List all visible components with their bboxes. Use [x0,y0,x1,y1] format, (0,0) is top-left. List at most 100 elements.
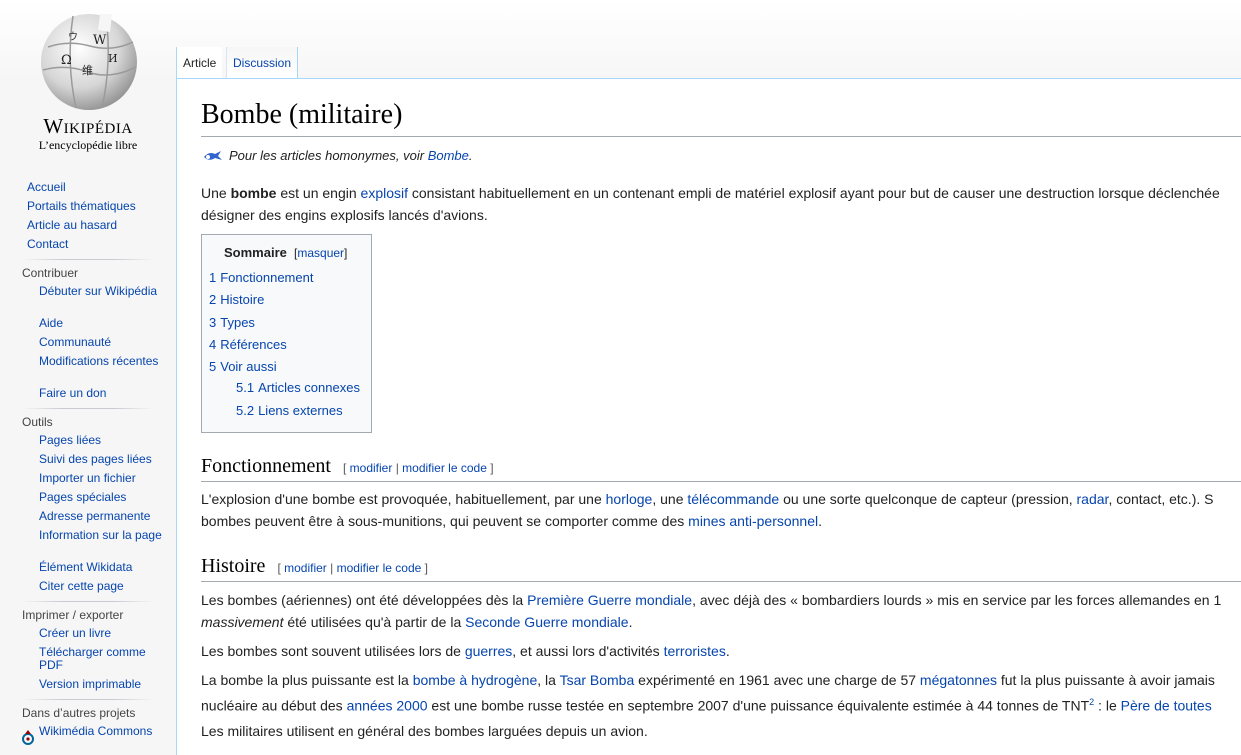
text: bombes peuvent être à sous-munitions, qu… [201,513,689,529]
toc-label: Articles connexes [258,380,360,395]
toc-hide-link[interactable]: masquer [297,246,344,260]
sidebar-item-importer-fichier[interactable]: Importer un fichier [39,472,164,485]
hatnote-link-bombe[interactable]: Bombe [428,148,469,163]
sidebar-item-debuter[interactable]: Débuter sur Wikipédia [39,285,164,298]
link-annees-2000[interactable]: années 2000 [347,698,428,714]
tab-discussion[interactable]: Discussion [226,47,299,78]
toc-entry-liens-externes[interactable]: 5.2 Liens externes [236,403,343,418]
toc-entry-references[interactable]: 4 Références [209,337,287,352]
link-terroristes[interactable]: terroristes [664,643,726,659]
text: fut la plus puissante à avoir jamais [996,672,1215,688]
intro-text: Une [201,185,231,201]
toc-entry-articles-connexes[interactable]: 5.1 Articles connexes [236,380,360,395]
toc-number: 2 [209,292,217,307]
sidebar-item-element-wikidata[interactable]: Élément Wikidata [39,561,164,574]
toc-label: Types [220,315,255,330]
intro-bold-term: bombe [230,185,277,201]
toc-number: 5.1 [236,380,255,395]
link-pere-de-toutes[interactable]: Père de toutes [1121,698,1212,714]
sidebar-item-faire-un-don[interactable]: Faire un don [39,387,164,400]
hatnote-prefix: Pour les articles homonymes, voir [229,148,428,163]
edit-link[interactable]: modifier [350,461,393,475]
toc-entry-types[interactable]: 3 Types [209,315,255,330]
page-title: Bombe (militaire) [201,99,403,130]
toc-entry-voir-aussi[interactable]: 5 Voir aussi [209,359,277,374]
toc-title: Sommaire [224,245,287,260]
sidebar-item-creer-livre[interactable]: Créer un livre [39,627,164,640]
toc-number: 4 [209,337,217,352]
sidebar-item-citer-page[interactable]: Citer cette page [39,580,164,593]
bracket: ] [490,461,494,475]
text: Les bombes (aériennes) ont été développé… [201,592,528,608]
svg-text:ウ: ウ [68,31,78,43]
intro-text: est un engin [276,185,361,201]
portal-divider [22,408,154,409]
link-mines-anti-personnel[interactable]: mines anti-personnel [688,513,818,529]
link-guerres[interactable]: guerres [465,643,512,659]
text: nucléaire au début des [201,697,347,714]
text: : le [1094,697,1121,714]
edit-link[interactable]: modifier [284,561,327,575]
tab-article[interactable]: Article [176,47,223,78]
sidebar-item-accueil[interactable]: Accueil [27,180,66,194]
text: est une bombe russe testée en septembre … [427,697,1090,714]
portal-heading-outils: Outils [22,415,53,429]
histoire-line1: Les bombes (aériennes) ont été développé… [201,589,1221,611]
sidebar-item-modifications-recentes[interactable]: Modifications récentes [39,355,164,368]
portal-heading-contribuer: Contribuer [22,266,79,280]
section-title: Histoire [201,555,266,577]
link-radar[interactable]: radar [1077,491,1109,507]
portal-heading-autres-projets: Dans d’autres projets [22,706,136,720]
sidebar-item-information-page[interactable]: Information sur la page [39,529,164,542]
link-seconde-guerre-mondiale[interactable]: Seconde Guerre mondiale [465,614,628,630]
fonctionnement-line2: bombes peuvent être à sous-munitions, qu… [201,510,822,532]
edit-code-link[interactable]: modifier le code [402,461,487,475]
link-horloge[interactable]: horloge [606,491,653,507]
separator: | [326,561,337,575]
title-underline [201,136,1241,137]
link-explosif[interactable]: explosif [361,185,408,201]
toc-number: 3 [209,315,217,330]
fonctionnement-line1: L'explosion d'une bombe est provoquée, h… [201,488,1213,510]
sidebar-item-version-imprimable[interactable]: Version imprimable [39,678,164,691]
text: , contact, etc.). S [1108,491,1214,507]
toc-entry-fonctionnement[interactable]: 1 Fonctionnement [209,270,313,285]
portal-divider [22,601,154,602]
text: , avec déjà des « bombardiers lourds » m… [692,592,1222,608]
sidebar-item-telecharger-pdf[interactable]: Télécharger comme PDF [39,646,164,672]
sidebar-item-pages-liees[interactable]: Pages liées [39,434,164,447]
portal-divider [22,259,154,260]
text: Les bombes sont souvent utilisées lors d… [201,643,465,659]
link-premiere-guerre-mondiale[interactable]: Première Guerre mondiale [527,592,692,608]
toc-entry-histoire[interactable]: 2 Histoire [209,292,264,307]
histoire-paragraph3-line1: La bombe la plus puissante est la bombe … [201,669,1215,691]
edit-section-links: [ modifier | modifier le code ] [277,561,428,575]
tagline: L’encyclopédie libre [38,138,138,152]
wikipedia-logo[interactable]: W Ω И 维 ウ Wikipédia L’encyclopédie libre [0,0,176,160]
edit-code-link[interactable]: modifier le code [337,561,422,575]
toc-label: Histoire [220,292,265,307]
sidebar-item-communaute[interactable]: Communauté [39,336,164,349]
link-megatonnes[interactable]: mégatonnes [920,672,997,688]
italic-text: massivement [201,614,284,630]
link-bombe-a-hydrogene[interactable]: bombe à hydrogène [413,672,538,688]
sidebar-item-portails[interactable]: Portails thématiques [27,199,136,213]
link-tsar-bomba[interactable]: Tsar Bomba [560,672,635,688]
sidebar-item-article-au-hasard[interactable]: Article au hasard [27,218,117,232]
svg-text:W: W [93,33,107,48]
sidebar-item-adresse-permanente[interactable]: Adresse permanente [39,510,164,523]
disambiguation-icon [204,151,222,160]
section-heading-histoire: Histoire [ modifier | modifier le code ] [201,555,428,578]
link-telecommande[interactable]: télécommande [687,491,779,507]
sidebar-item-aide[interactable]: Aide [39,317,164,330]
text: , la [537,672,560,688]
toc-number: 5.2 [236,403,255,418]
sidebar-item-contact[interactable]: Contact [27,237,68,251]
sidebar-item-pages-speciales[interactable]: Pages spéciales [39,491,164,504]
histoire-paragraph4: Les militaires utilisent en général des … [201,723,648,739]
table-of-contents: Sommaire [masquer] 1 Fonctionnement 2 Hist… [201,234,372,433]
svg-text:Ω: Ω [61,53,72,68]
sidebar-item-suivi-pages-liees[interactable]: Suivi des pages liées [39,453,164,466]
sidebar-item-wikimedia-commons[interactable]: Wikimédia Commons [39,725,164,738]
svg-text:И: И [108,52,118,65]
